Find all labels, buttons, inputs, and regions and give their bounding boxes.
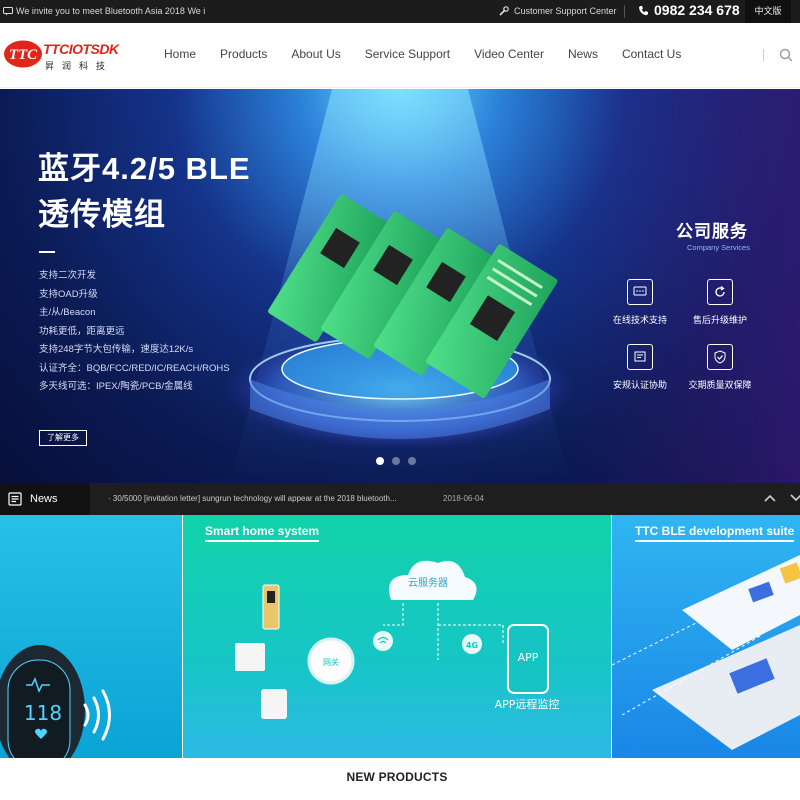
service-quality-guarantee[interactable]: 交期质量双保障	[680, 344, 760, 391]
dev-kit-illustration	[612, 555, 800, 750]
ble-modules-illustration	[225, 194, 575, 449]
nav-service-support[interactable]: Service Support	[353, 23, 462, 88]
slider-dot[interactable]	[392, 457, 400, 465]
gateway-label: 网关	[323, 657, 339, 667]
nav-about-us[interactable]: About Us	[279, 23, 352, 88]
smart-band-illustration: 118	[0, 645, 111, 758]
hero-title: 蓝牙4.2/5 BLE 透传模组	[38, 146, 251, 238]
service-after-sales[interactable]: 售后升级维护	[680, 279, 760, 326]
feature-item: 支持二次开发	[39, 270, 97, 281]
services-subtitle: Company Services	[687, 243, 750, 252]
phone-number: 0982 234 678	[638, 2, 740, 18]
logo[interactable]: TTC TTCIOTSDK 昇润科技	[3, 39, 121, 75]
cloud-label: 云服务器	[408, 576, 448, 589]
feature-item: 多天线可选：IPEX/陶瓷/PCB/金属线	[39, 381, 193, 392]
nav-products[interactable]: Products	[208, 23, 279, 88]
news-label: News	[0, 483, 90, 515]
brand-chinese-name: 昇润科技	[45, 61, 114, 71]
hero-banner: 蓝牙4.2/5 BLE 透传模组 支持二次开发 支持OAD升级 主/从/Beac…	[0, 89, 800, 483]
card-wearable[interactable]: 118	[0, 515, 182, 758]
nav-video-center[interactable]: Video Center	[462, 23, 556, 88]
feature-item: 支持OAD升级	[39, 288, 98, 300]
logo-mark-text: TTC	[9, 47, 38, 63]
service-label: 在线技术支持	[612, 315, 667, 325]
nav-contact-us[interactable]: Contact Us	[610, 23, 693, 88]
news-headline-text: 30/5000 [invitation letter] sungrun tech…	[112, 494, 397, 503]
topbar-divider	[624, 5, 625, 18]
customer-support-link[interactable]: Customer Support Center	[499, 6, 617, 16]
chevron-down-icon[interactable]	[790, 493, 800, 503]
feature-item: 主/从/Beacon	[39, 307, 96, 318]
slider-dot[interactable]	[376, 457, 384, 465]
slider-dots	[376, 457, 416, 465]
new-products-title: NEW PRODUCTS	[346, 770, 448, 784]
watch-value: 118	[24, 701, 62, 725]
news-date: 2018-06-04	[443, 494, 484, 503]
language-switch[interactable]: 中文版	[745, 0, 791, 23]
phone-number-text: 0982 234 678	[654, 2, 740, 18]
app-caption: APP远程监控	[495, 697, 560, 711]
certificate-icon	[627, 344, 653, 370]
site-header: TTC TTCIOTSDK 昇润科技 Home Products About U…	[0, 23, 800, 88]
hero-title-line2: 透传模组	[38, 197, 166, 232]
announcement-text: We invite you to meet Bluetooth Asia 201…	[16, 6, 206, 16]
solution-cards: 118 Smart home system 云服务器 4G 网关 APP APP…	[0, 515, 800, 758]
feature-item: 功耗更低，距离更远	[39, 325, 125, 337]
smart-home-diagram: 云服务器 4G 网关 APP APP远程监控	[235, 560, 560, 719]
hero-title-line1: 蓝牙4.2/5 BLE	[38, 151, 251, 186]
service-label: 安规认证协助	[612, 380, 667, 390]
service-certification[interactable]: 安规认证协助	[600, 344, 680, 391]
logo-mark-icon: TTC	[4, 40, 42, 68]
service-label: 交期质量双保障	[688, 380, 752, 390]
nav-home[interactable]: Home	[152, 23, 208, 88]
nav-news[interactable]: News	[556, 23, 610, 88]
news-label-text: News	[30, 493, 58, 505]
chat-icon	[627, 279, 653, 305]
slider-dot[interactable]	[408, 457, 416, 465]
header-divider	[763, 49, 764, 61]
top-bar: We invite you to meet Bluetooth Asia 201…	[0, 0, 800, 23]
feature-list: 支持二次开发 支持OAD升级 主/从/Beacon 功耗更低，距离更远 支持24…	[39, 267, 230, 397]
wrench-icon	[499, 6, 509, 16]
service-online-support[interactable]: 在线技术支持	[600, 279, 680, 326]
4g-label: 4G	[466, 641, 478, 650]
announcement[interactable]: We invite you to meet Bluetooth Asia 201…	[3, 6, 205, 16]
card-ble-dev-suite[interactable]: TTC BLE development suite	[612, 515, 800, 758]
refresh-icon	[707, 279, 733, 305]
app-label: APP	[518, 651, 539, 664]
brand-name: TTCIOTSDK	[43, 41, 119, 57]
main-nav: Home Products About Us Service Support V…	[152, 23, 693, 88]
service-label: 售后升级维护	[692, 315, 747, 325]
hero-dash	[39, 251, 55, 253]
news-arrows	[764, 493, 800, 503]
socket-icon	[261, 689, 287, 719]
feature-item: 认证齐全：BQB/FCC/RED/IC/REACH/ROHS	[39, 362, 230, 374]
card-smart-home[interactable]: Smart home system 云服务器 4G 网关 APP APP远程监控	[183, 515, 611, 758]
switch-icon	[235, 643, 265, 671]
news-ticker: News · 30/5000 [invitation letter] sungr…	[0, 483, 800, 515]
chevron-up-icon[interactable]	[764, 493, 776, 503]
customer-support-label: Customer Support Center	[514, 6, 617, 16]
shield-check-icon	[707, 344, 733, 370]
feature-item: 支持248字节大包传输，速度达12K/s	[39, 344, 194, 355]
news-headline[interactable]: · 30/5000 [invitation letter] sungrun te…	[108, 494, 397, 503]
phone-icon	[639, 5, 648, 15]
announcement-icon	[3, 7, 13, 16]
news-icon	[8, 492, 22, 506]
search-icon[interactable]	[778, 47, 794, 63]
learn-more-button[interactable]: 了解更多	[39, 430, 87, 446]
services-title: 公司服务	[676, 222, 748, 241]
